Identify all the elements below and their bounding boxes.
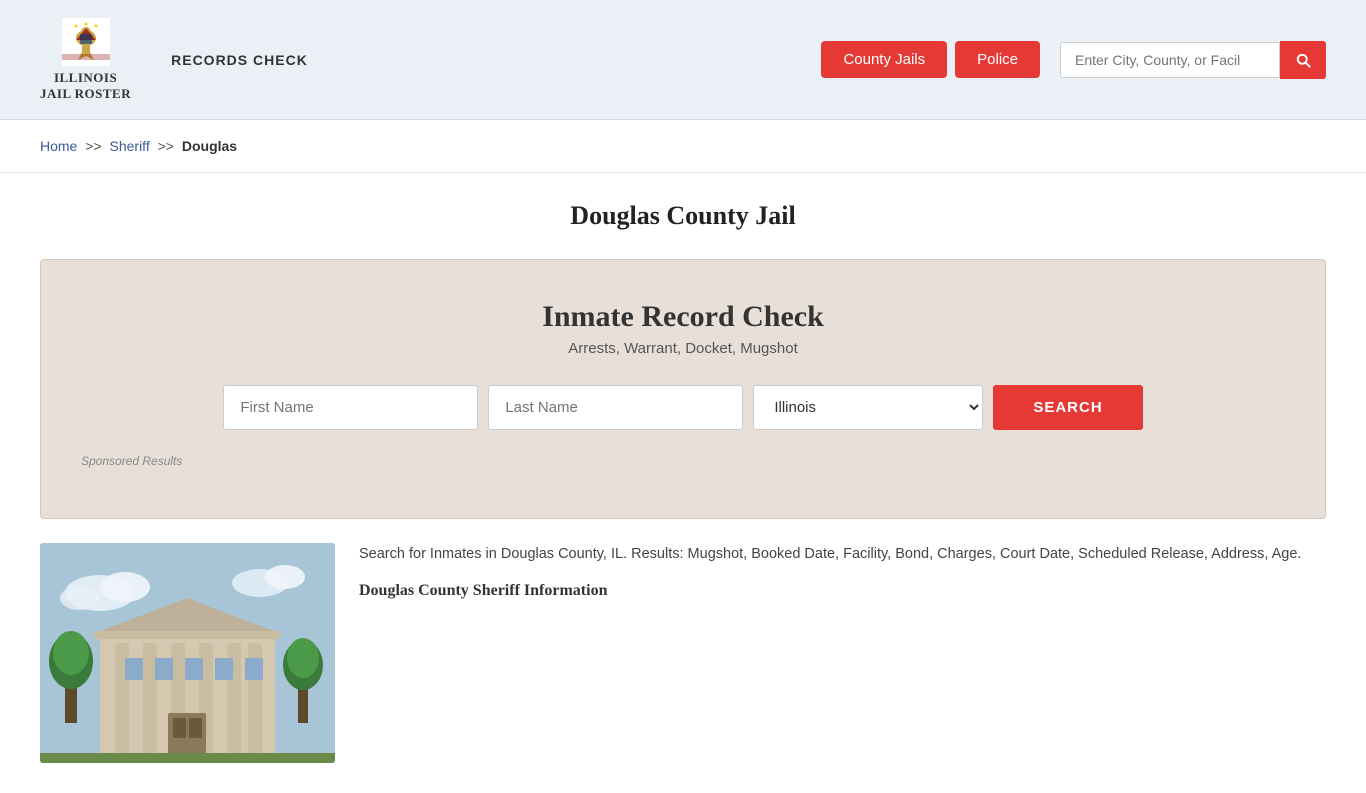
- inmate-form: IllinoisAlabamaAlaskaArizonaArkansasCali…: [81, 385, 1285, 430]
- search-button[interactable]: SEARCH: [993, 385, 1142, 430]
- search-icon: [1294, 51, 1312, 69]
- breadcrumb-sheriff[interactable]: Sheriff: [110, 138, 150, 154]
- sponsored-results-label: Sponsored Results: [81, 454, 1285, 468]
- breadcrumb: Home >> Sheriff >> Douglas: [40, 138, 1326, 154]
- site-logo[interactable]: ILLINOISJAIL ROSTER: [40, 18, 131, 101]
- breadcrumb-sep1: >>: [85, 138, 101, 154]
- inmate-search-container: Inmate Record Check Arrests, Warrant, Do…: [40, 259, 1326, 519]
- main-nav: County Jails Police: [821, 41, 1326, 79]
- building-illustration: [40, 543, 335, 763]
- header-search: [1060, 41, 1326, 79]
- breadcrumb-current: Douglas: [182, 138, 237, 154]
- inmate-search-subtitle: Arrests, Warrant, Docket, Mugshot: [81, 340, 1285, 357]
- illinois-flag-icon: [62, 18, 110, 66]
- logo-text: ILLINOISJAIL ROSTER: [40, 70, 131, 101]
- breadcrumb-bar: Home >> Sheriff >> Douglas: [0, 120, 1366, 173]
- page-title: Douglas County Jail: [40, 201, 1326, 231]
- content-subheading: Douglas County Sheriff Information: [359, 582, 1326, 600]
- site-header: ILLINOISJAIL ROSTER RECORDS CHECK County…: [0, 0, 1366, 120]
- content-description: Search for Inmates in Douglas County, IL…: [359, 543, 1326, 566]
- page-title-section: Douglas County Jail: [0, 173, 1366, 241]
- header-search-input[interactable]: [1060, 42, 1280, 78]
- last-name-input[interactable]: [488, 385, 743, 430]
- breadcrumb-home[interactable]: Home: [40, 138, 77, 154]
- header-search-button[interactable]: [1280, 41, 1326, 79]
- state-select[interactable]: IllinoisAlabamaAlaskaArizonaArkansasCali…: [753, 385, 983, 430]
- content-text: Search for Inmates in Douglas County, IL…: [359, 543, 1326, 600]
- county-jails-button[interactable]: County Jails: [821, 41, 947, 78]
- content-section: Search for Inmates in Douglas County, IL…: [0, 543, 1366, 793]
- first-name-input[interactable]: [223, 385, 478, 430]
- records-check-label: RECORDS CHECK: [171, 52, 308, 68]
- breadcrumb-sep2: >>: [158, 138, 174, 154]
- facility-image: [40, 543, 335, 763]
- inmate-search-title: Inmate Record Check: [81, 300, 1285, 334]
- police-button[interactable]: Police: [955, 41, 1040, 78]
